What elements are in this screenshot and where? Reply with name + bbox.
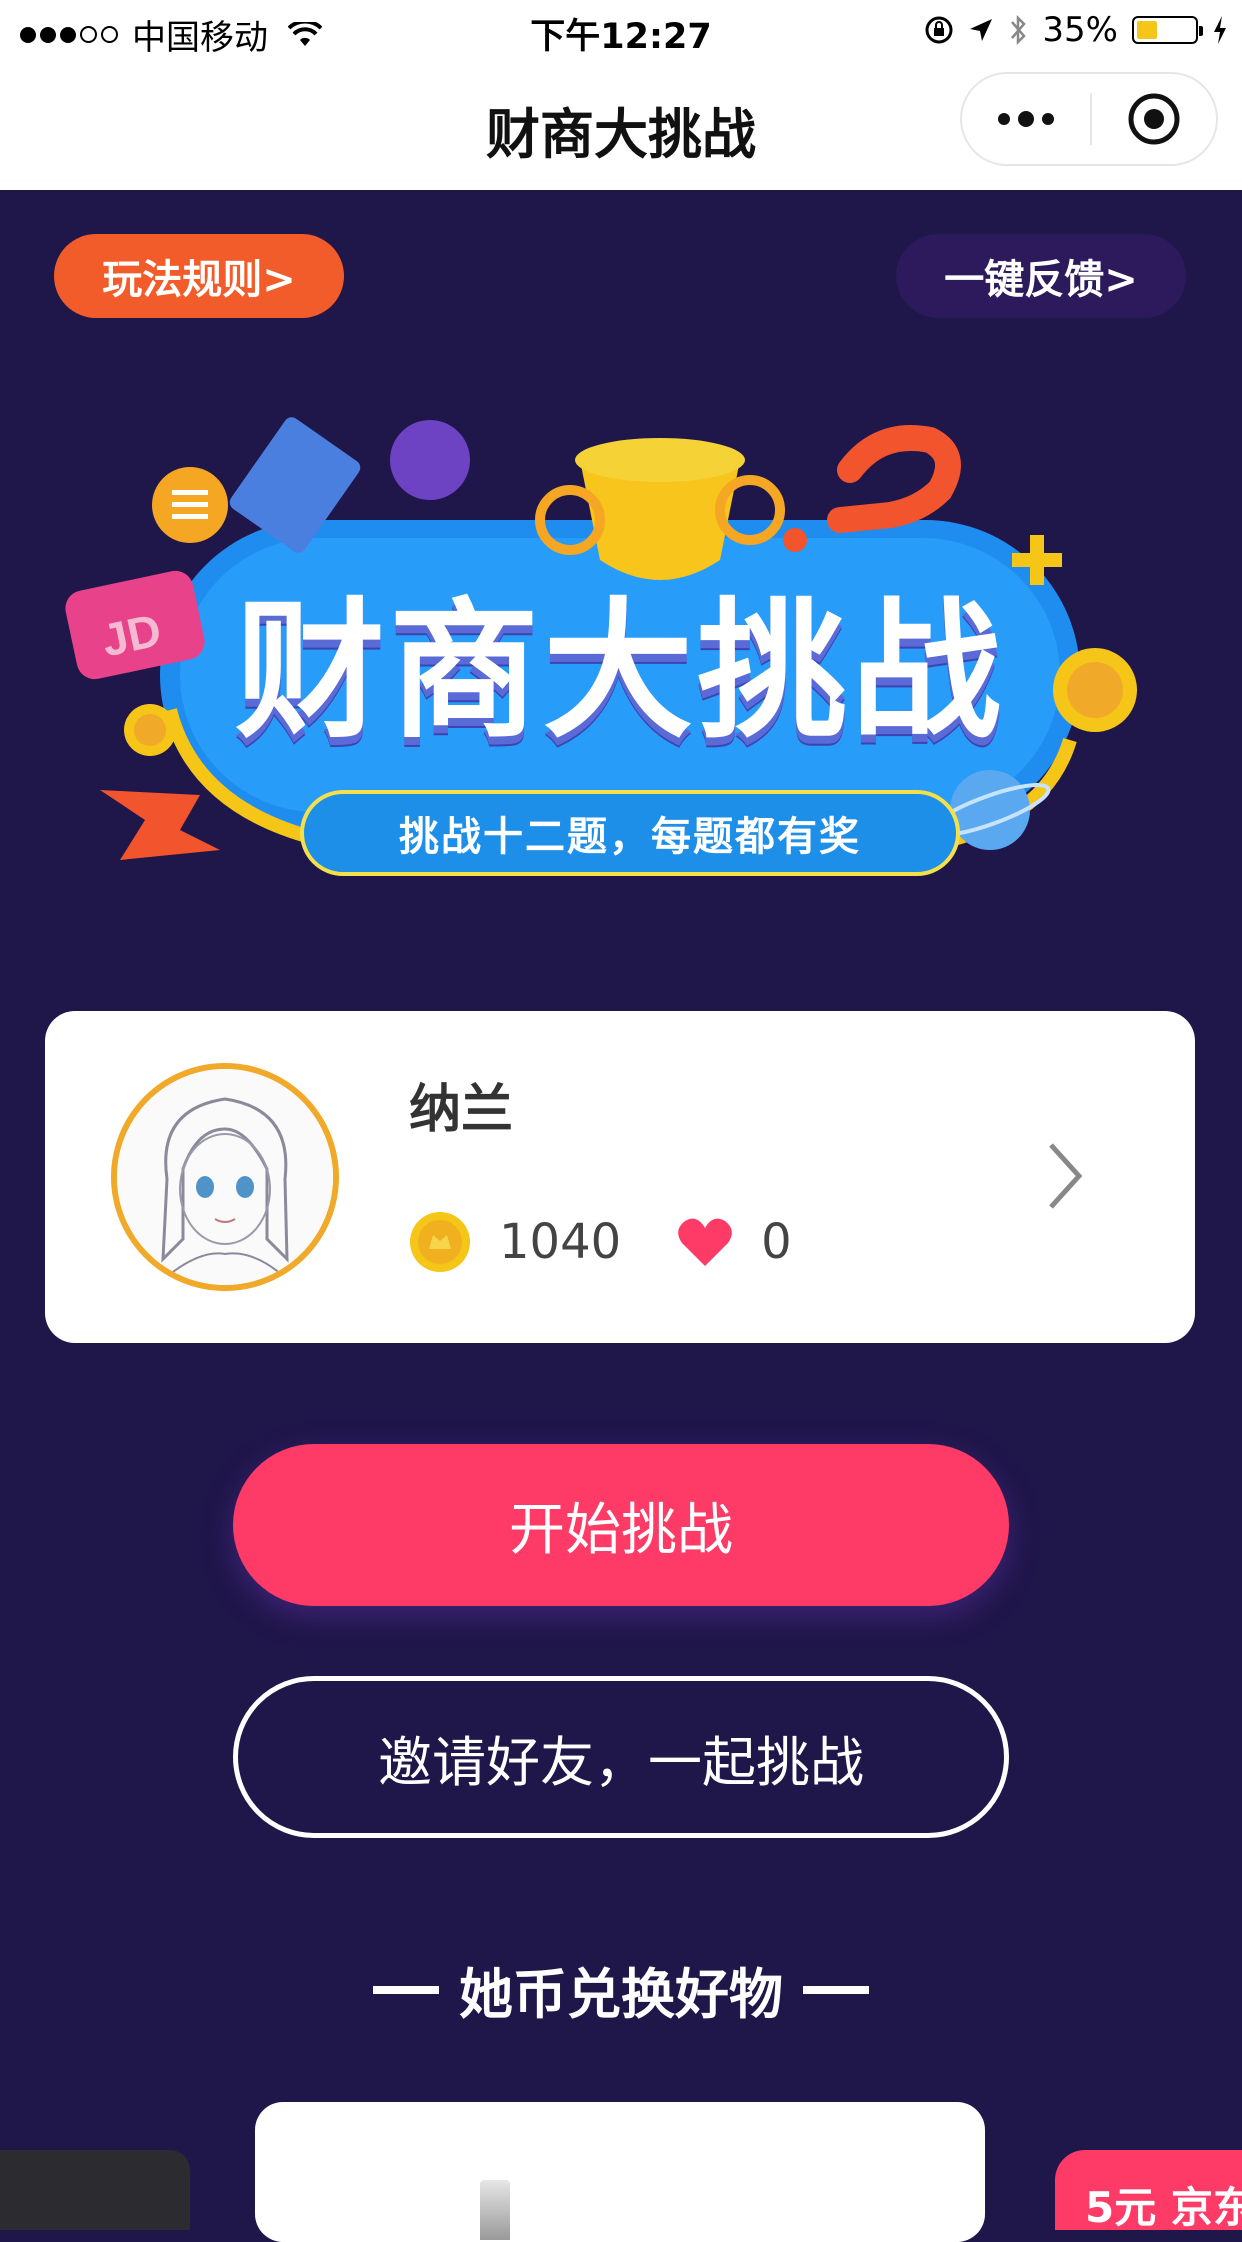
orientation-lock-icon: [925, 16, 953, 44]
battery-icon: [1132, 16, 1203, 44]
product-card-right[interactable]: 5元 京东: [1055, 2150, 1242, 2230]
product-card-center[interactable]: [255, 2102, 985, 2242]
product-card-left[interactable]: [0, 2150, 190, 2230]
status-bar: 中国移动 下午12:27 35%: [0, 0, 1242, 62]
coin-icon: [410, 1212, 470, 1272]
location-icon: [970, 19, 993, 41]
exchange-title-text: 她币兑换好物: [459, 1963, 783, 2026]
avatar: [111, 1063, 339, 1291]
battery-percent: 35%: [1042, 10, 1118, 50]
coin-count: 1040: [499, 1214, 622, 1270]
status-right: 35%: [924, 10, 1228, 50]
heart-icon: [678, 1218, 733, 1266]
like-count: 0: [761, 1214, 792, 1270]
start-challenge-button[interactable]: 开始挑战: [233, 1444, 1009, 1606]
battery-level: [1137, 21, 1157, 39]
close-button[interactable]: [1092, 74, 1216, 164]
banner-title: 财商大挑战: [234, 585, 1005, 759]
profile-card[interactable]: 纳兰 1040 0: [45, 1011, 1195, 1343]
more-dots-icon: [998, 111, 1054, 127]
close-target-icon: [1128, 93, 1180, 145]
user-stats: 1040 0: [409, 1211, 792, 1273]
charging-icon: [1214, 16, 1226, 44]
avatar-illustration-icon: [117, 1069, 333, 1285]
more-button[interactable]: [962, 74, 1090, 164]
title-line-left: [373, 1985, 439, 1994]
bluetooth-icon: [1011, 14, 1027, 46]
title-line-right: [803, 1985, 869, 1994]
invite-friends-button[interactable]: 邀请好友，一起挑战: [233, 1676, 1009, 1838]
product-card-right-label: 5元 京东: [1085, 2183, 1242, 2230]
chevron-right-icon: [1049, 1143, 1083, 1209]
challenge-banner: JD 财商大挑战 挑战十二题，每题都有奖: [60, 410, 1160, 890]
mini-program-capsule: [960, 72, 1218, 166]
feedback-button[interactable]: 一键反馈>: [896, 234, 1186, 318]
banner-subtitle: 挑战十二题，每题都有奖: [300, 790, 960, 876]
exchange-section-title: 她币兑换好物: [0, 1950, 1242, 2029]
nav-bar: 财商大挑战: [0, 62, 1242, 190]
rules-button[interactable]: 玩法规则>: [54, 234, 344, 318]
user-name: 纳兰: [409, 1080, 514, 1140]
product-image: [480, 2180, 510, 2240]
